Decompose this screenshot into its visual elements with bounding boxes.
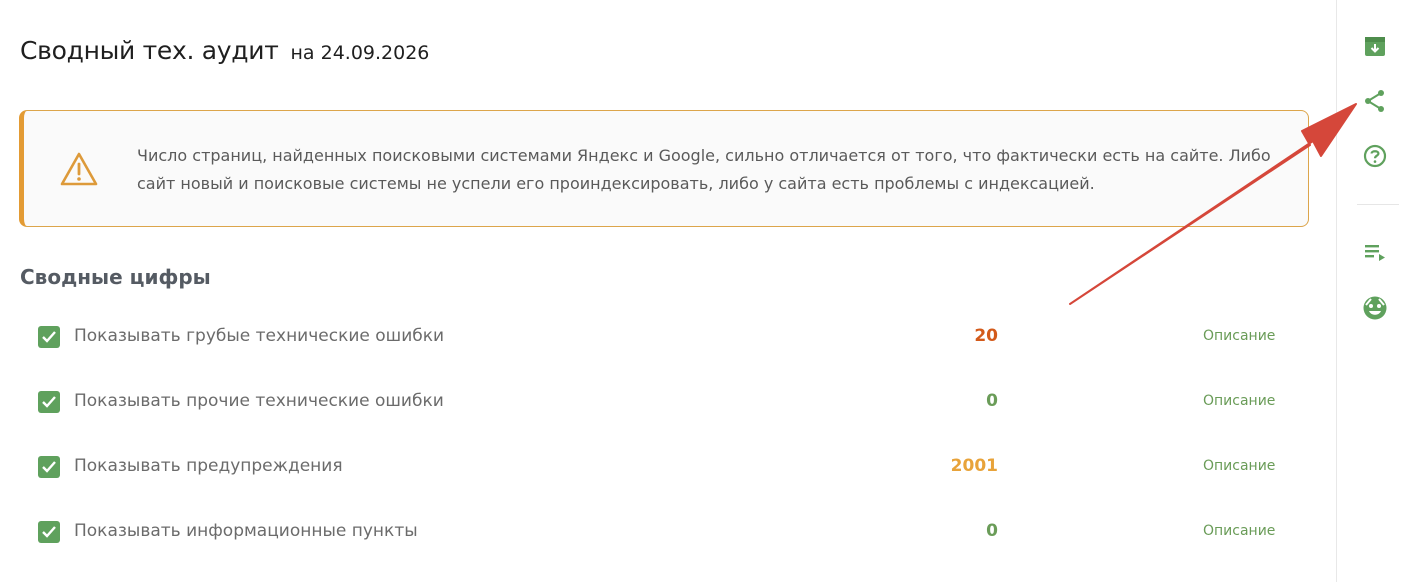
- sidebar-divider: [1357, 204, 1399, 205]
- summary-row-info-items: Показывать информационные пункты 0 Описа…: [0, 512, 1336, 552]
- download-archive-icon[interactable]: [1362, 33, 1388, 59]
- share-icon[interactable]: [1362, 88, 1388, 114]
- checkbox-warnings[interactable]: [38, 456, 60, 478]
- support-face-icon[interactable]: [1362, 295, 1388, 321]
- row-count: 20: [974, 326, 998, 346]
- row-count: 0: [986, 521, 998, 541]
- description-link[interactable]: Описание: [1203, 458, 1275, 474]
- summary-row-critical-errors: Показывать грубые технические ошибки 20 …: [0, 317, 1336, 357]
- description-link[interactable]: Описание: [1203, 523, 1275, 539]
- checkbox-other-errors[interactable]: [38, 391, 60, 413]
- warning-line-2: сайт новый и поисковые системы не успели…: [137, 174, 1095, 193]
- page-date: на 24.09.2026: [290, 42, 430, 64]
- warning-banner: Число страниц, найденных поисковыми сист…: [19, 110, 1309, 227]
- summary-row-other-errors: Показывать прочие технические ошибки 0 О…: [0, 382, 1336, 422]
- checkmark-icon: [42, 461, 56, 473]
- playlist-icon[interactable]: [1362, 240, 1388, 266]
- page-header: Сводный тех. аудит на 24.09.2026: [20, 36, 429, 65]
- row-label: Показывать прочие технические ошибки: [74, 391, 444, 411]
- main-content: Сводный тех. аудит на 24.09.2026 Число с…: [0, 0, 1336, 582]
- warning-message: Число страниц, найденных поисковыми сист…: [137, 142, 1287, 198]
- description-link[interactable]: Описание: [1203, 393, 1275, 409]
- row-label: Показывать грубые технические ошибки: [74, 326, 445, 346]
- row-count: 2001: [950, 456, 998, 476]
- description-link[interactable]: Описание: [1203, 328, 1275, 344]
- warning-line-1: Число страниц, найденных поисковыми сист…: [137, 146, 1271, 165]
- summary-row-warnings: Показывать предупреждения 2001 Описание: [0, 447, 1336, 487]
- checkbox-critical-errors[interactable]: [38, 326, 60, 348]
- checkbox-info-items[interactable]: [38, 521, 60, 543]
- checkmark-icon: [42, 526, 56, 538]
- row-label: Показывать информационные пункты: [74, 521, 418, 541]
- summary-section-title: Сводные цифры: [20, 265, 211, 289]
- help-icon[interactable]: [1362, 143, 1388, 169]
- checkmark-icon: [42, 331, 56, 343]
- right-sidebar: [1336, 0, 1409, 582]
- warning-triangle-icon: [60, 152, 98, 186]
- row-label: Показывать предупреждения: [74, 456, 343, 476]
- checkmark-icon: [42, 396, 56, 408]
- page-title: Сводный тех. аудит: [20, 36, 279, 65]
- row-count: 0: [986, 391, 998, 411]
